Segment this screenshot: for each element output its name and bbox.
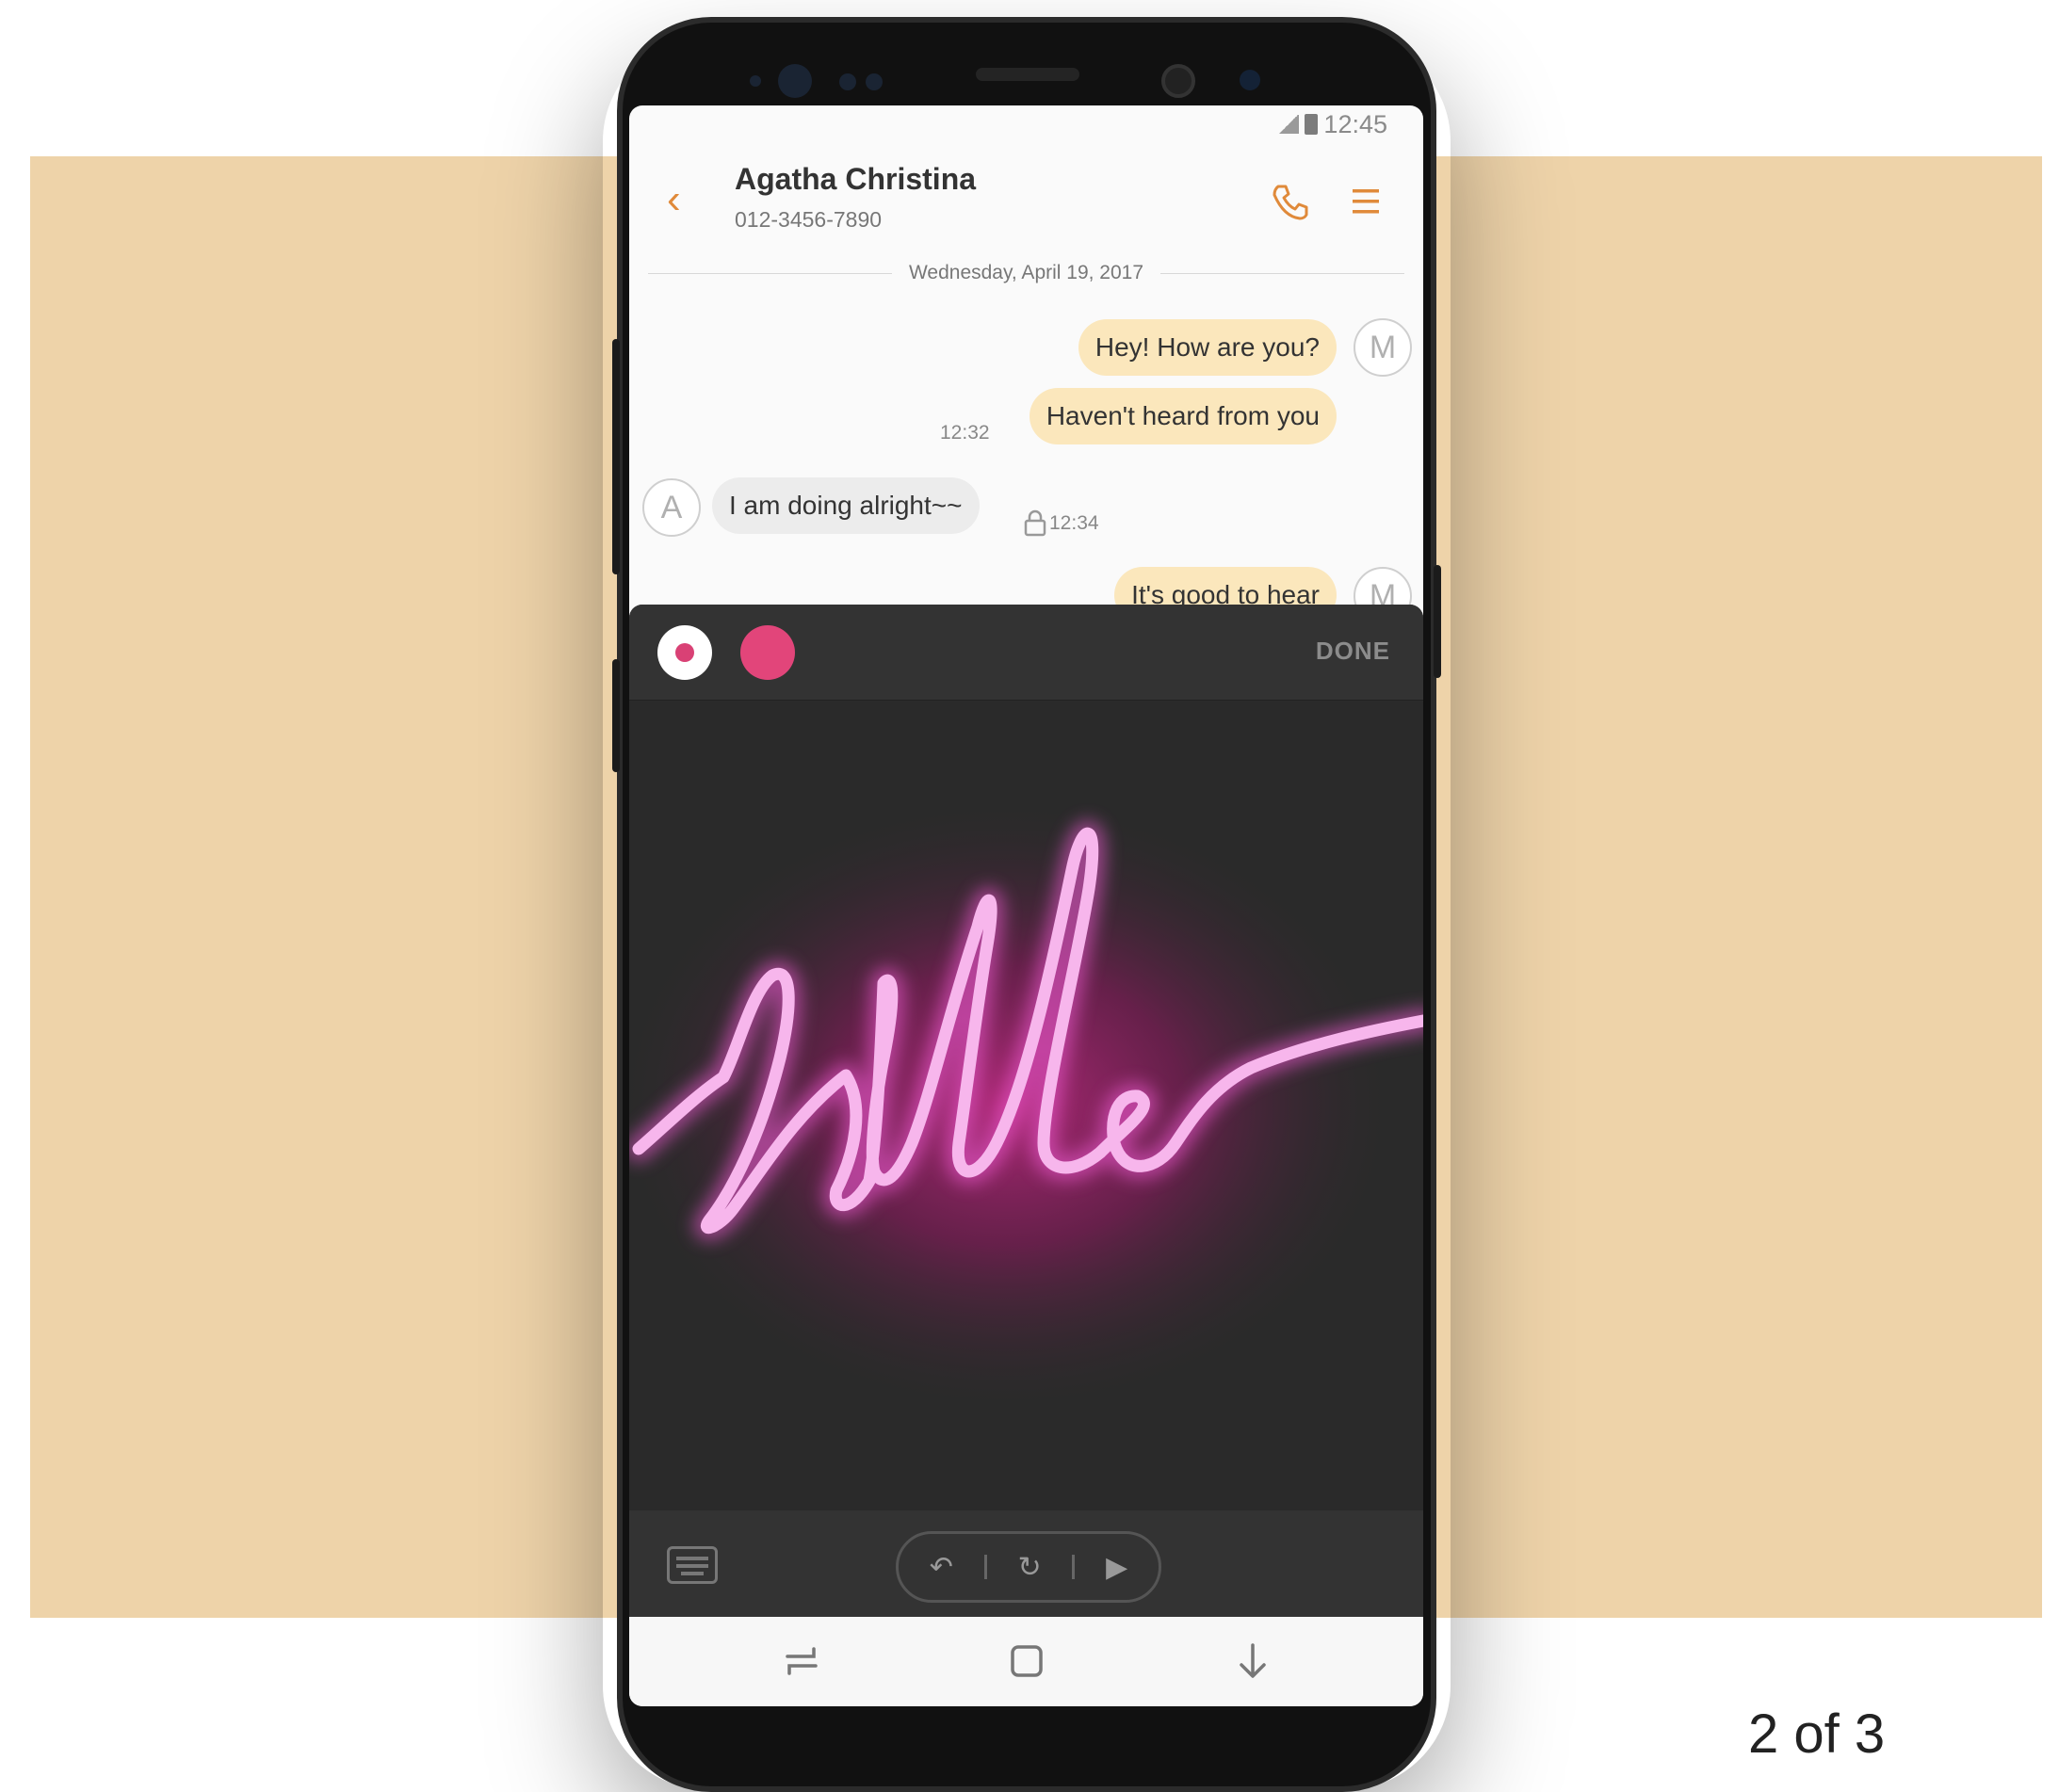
live-message-toolbar: DONE — [629, 605, 1423, 701]
avatar[interactable]: A — [642, 478, 701, 537]
live-message-panel: DONE ↶ ↻ ▶ — [629, 605, 1423, 1617]
conversation-header: ‹ Agatha Christina 012-3456-7890 — [629, 143, 1423, 254]
message-time: 12:34 — [1049, 512, 1099, 534]
divider-line-left — [648, 272, 892, 274]
home-icon[interactable] — [1003, 1638, 1050, 1685]
recent-apps-icon[interactable] — [778, 1638, 825, 1685]
signal-icon — [1278, 115, 1300, 134]
back-arrow-icon[interactable]: ‹ — [667, 171, 705, 228]
system-navigation-bar — [629, 1617, 1423, 1706]
live-message-controls: ↶ ↻ ▶ — [629, 1510, 1423, 1617]
iris-camera — [1240, 70, 1260, 90]
drawing-canvas[interactable] — [629, 701, 1423, 1510]
message-bubble[interactable]: Hey! How are you? — [1078, 319, 1337, 376]
avatar[interactable]: M — [1354, 318, 1412, 377]
keyboard-icon[interactable] — [667, 1546, 718, 1584]
status-bar: 12:45 — [1278, 105, 1387, 143]
volume-button[interactable] — [612, 339, 620, 574]
playback-controls: ↶ ↻ ▶ — [896, 1531, 1161, 1603]
divider-line-right — [1160, 272, 1404, 274]
pen-color-button[interactable] — [740, 625, 795, 680]
battery-icon — [1305, 114, 1319, 135]
message-time: 12:32 — [940, 422, 990, 444]
product-stage: 12:45 ‹ Agatha Christina 012-3456-7890 W… — [0, 0, 2059, 1792]
contact-name: Agatha Christina — [735, 162, 977, 196]
bixby-button[interactable] — [612, 659, 620, 772]
message-bubble[interactable]: I am doing alright~~ — [712, 477, 980, 534]
power-button[interactable] — [1434, 565, 1441, 678]
front-camera — [1161, 64, 1195, 98]
earpiece-speaker — [976, 68, 1079, 81]
phone-icon[interactable] — [1270, 181, 1311, 222]
conversation-date: Wednesday, April 19, 2017 — [908, 262, 1144, 283]
pen-dot — [675, 643, 694, 662]
sensor-dot — [750, 75, 761, 87]
date-divider: Wednesday, April 19, 2017 — [648, 254, 1404, 292]
done-button[interactable]: DONE — [1316, 637, 1390, 666]
reset-icon[interactable]: ↻ — [1017, 1551, 1041, 1584]
hello-drawing — [629, 795, 1423, 1416]
back-down-icon[interactable] — [1229, 1638, 1276, 1685]
lock-icon — [1024, 509, 1046, 537]
control-separator — [1072, 1555, 1076, 1579]
phone-screen: 12:45 ‹ Agatha Christina 012-3456-7890 W… — [629, 105, 1423, 1706]
proximity-sensor — [839, 73, 856, 90]
pen-style-button[interactable] — [657, 625, 712, 680]
carousel-page-indicator: 2 of 3 — [1748, 1703, 1886, 1765]
control-separator — [983, 1555, 987, 1579]
message-bubble[interactable]: Haven't heard from you — [1029, 388, 1337, 444]
status-time: 12:45 — [1323, 109, 1387, 138]
menu-icon[interactable] — [1345, 181, 1386, 222]
play-icon[interactable]: ▶ — [1106, 1551, 1127, 1584]
undo-icon[interactable]: ↶ — [930, 1551, 953, 1584]
contact-number: 012-3456-7890 — [735, 207, 883, 232]
light-sensor — [866, 73, 883, 90]
iris-sensor — [778, 64, 812, 98]
